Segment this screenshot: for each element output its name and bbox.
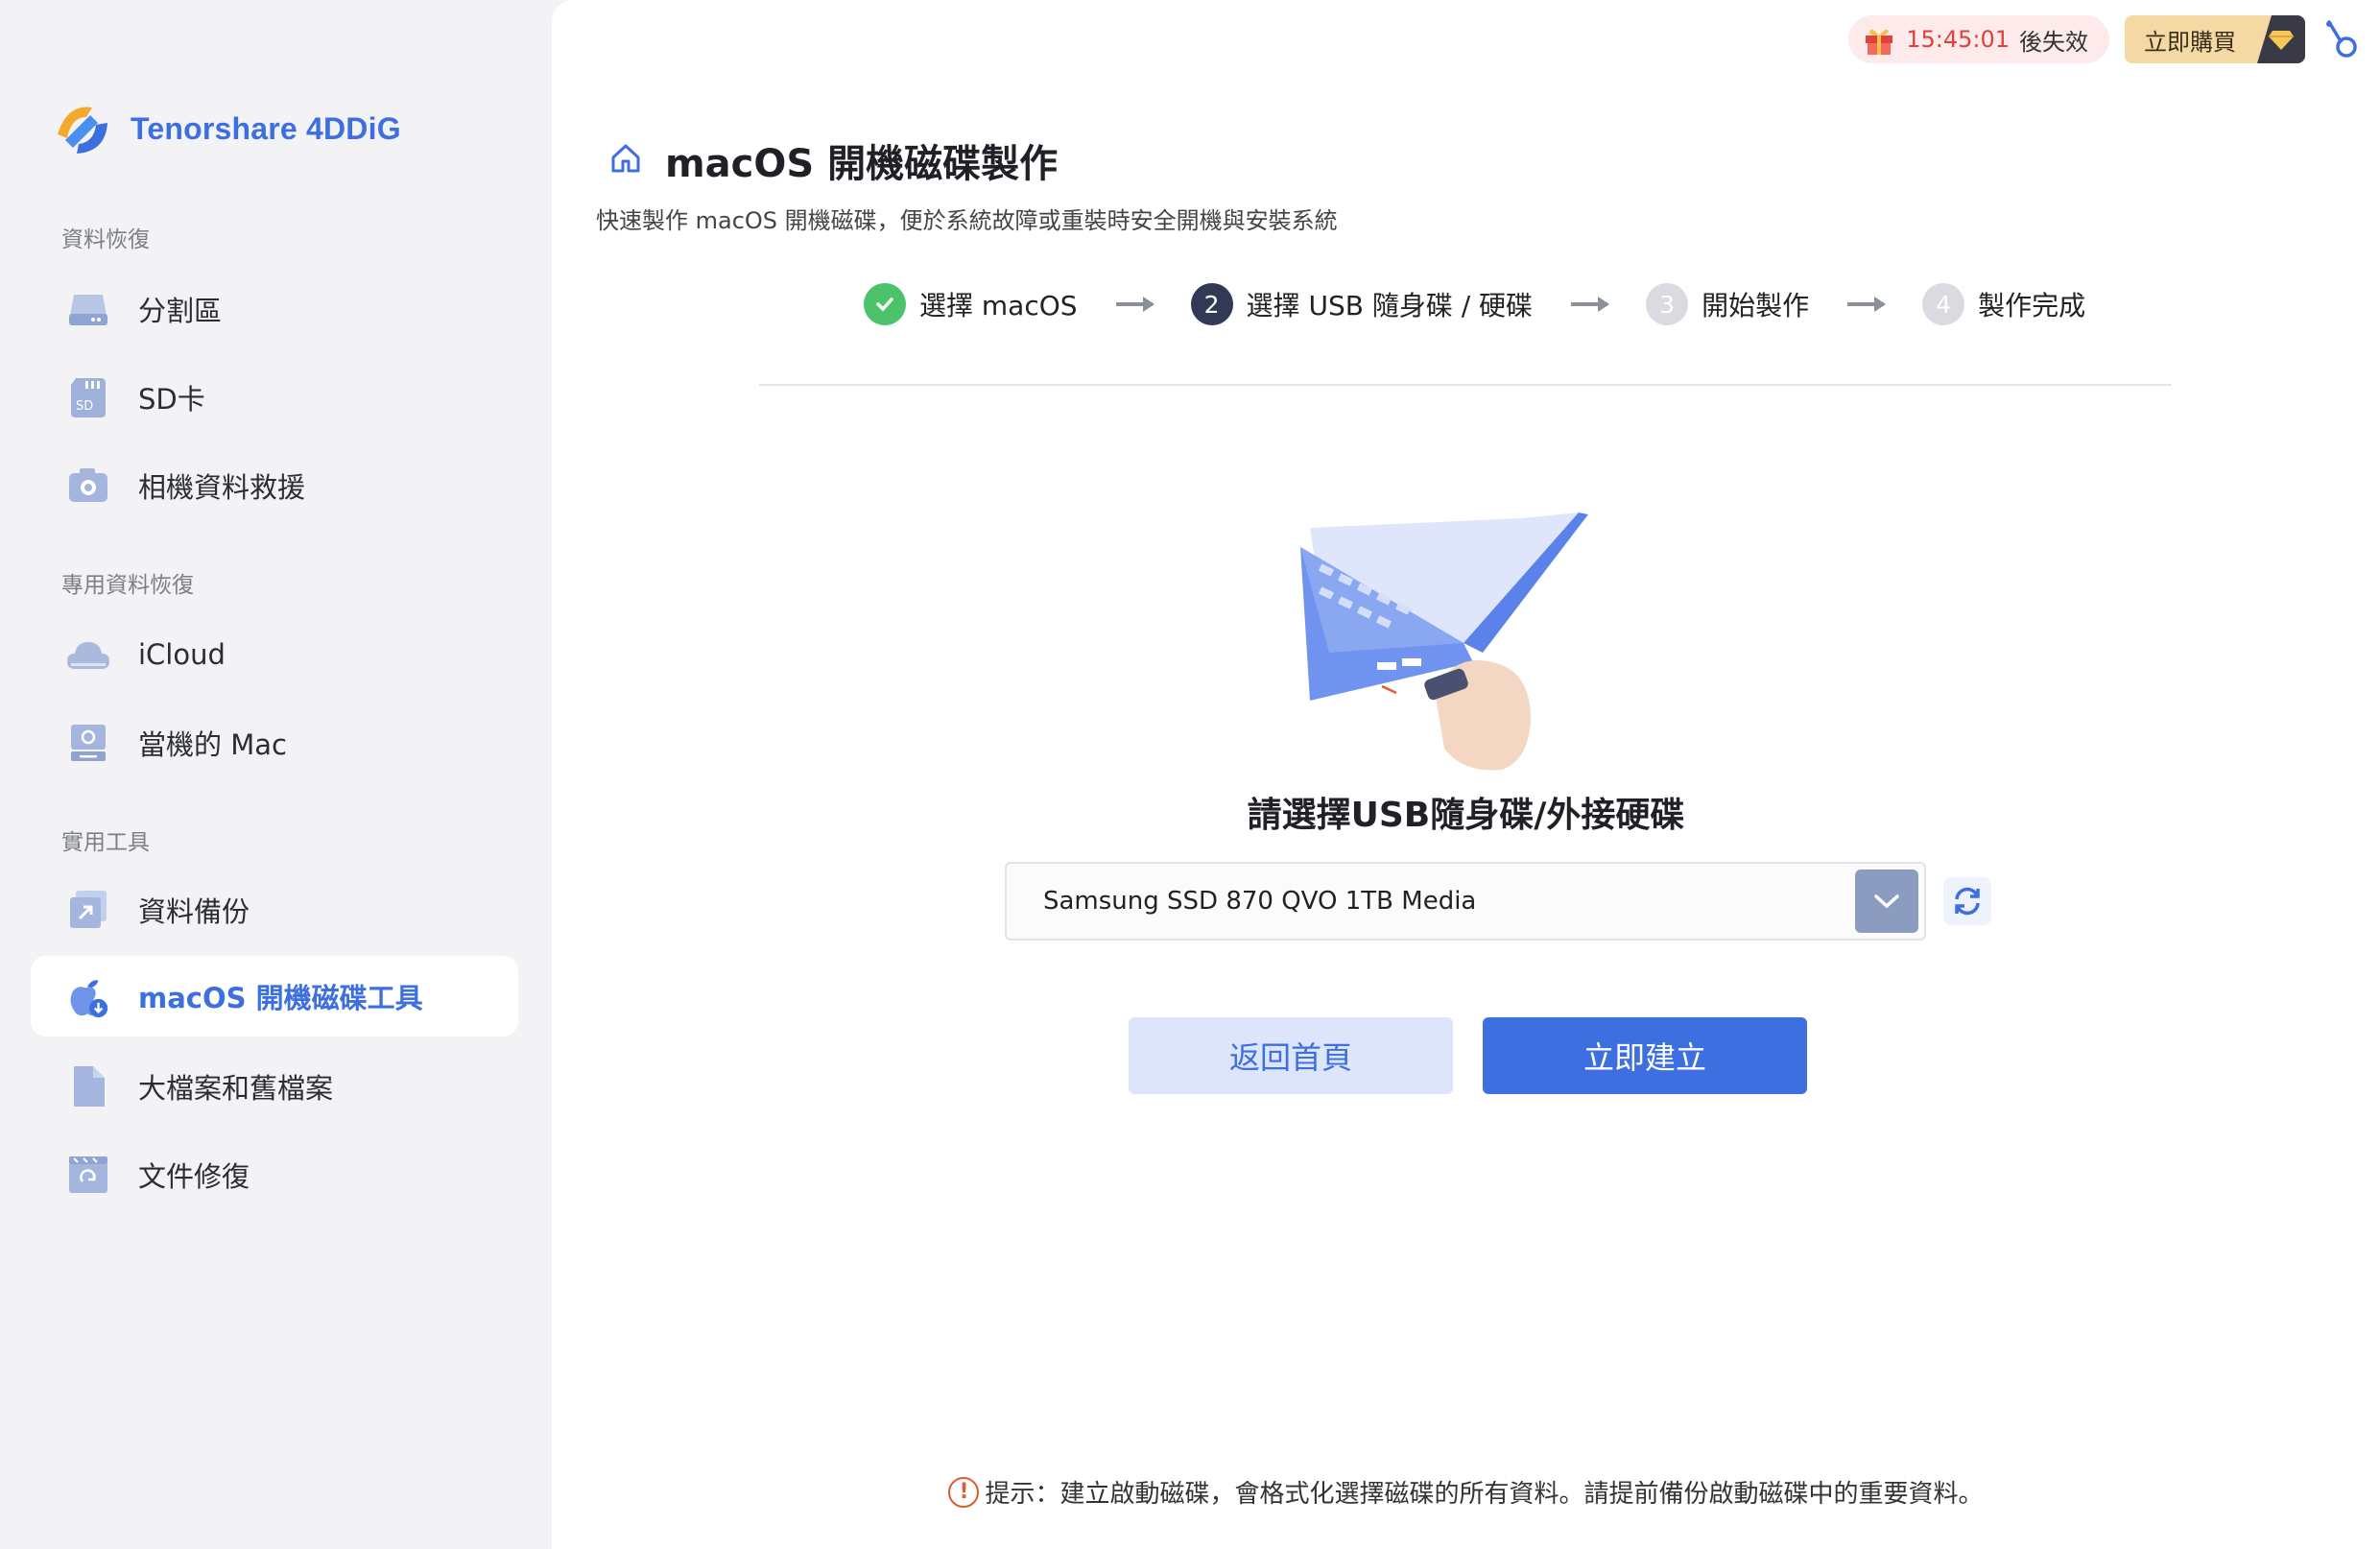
- timer-value: 15:45:01: [1906, 26, 2010, 53]
- drive-icon: [65, 286, 111, 332]
- arrow-right-icon: [1571, 297, 1610, 312]
- camera-icon: [65, 463, 111, 509]
- sidebar-item-sd-card[interactable]: SD SD卡: [31, 357, 518, 438]
- sidebar-item-label: 當機的 Mac: [138, 728, 287, 761]
- sidebar-item-label: iCloud: [138, 638, 226, 671]
- brand-logo-icon: [58, 107, 107, 154]
- step-label: 製作完成: [1978, 290, 2086, 322]
- timer-suffix: 後失效: [2019, 28, 2088, 56]
- sidebar-item-macos-boot-tool[interactable]: macOS 開機磁碟工具: [31, 956, 518, 1037]
- arrow-right-icon: [1115, 297, 1154, 312]
- usb-drive-select[interactable]: Samsung SSD 870 QVO 1TB Media: [1005, 862, 1926, 941]
- sidebar-item-label: SD卡: [138, 383, 205, 416]
- sidebar-item-document-repair[interactable]: 文件修復: [31, 1134, 518, 1215]
- step-number: 4: [1922, 283, 1965, 325]
- sidebar-item-backup[interactable]: 資料備份: [31, 870, 518, 950]
- divider: [759, 384, 2172, 386]
- section-title-tools: 實用工具: [61, 830, 150, 855]
- step-number: 2: [1190, 283, 1233, 325]
- create-now-button[interactable]: 立即建立: [1483, 1017, 1807, 1094]
- crashed-mac-icon: [65, 720, 111, 766]
- sidebar-item-partition[interactable]: 分割區: [31, 269, 518, 349]
- check-icon: [864, 283, 906, 325]
- tip-message: ! 提示：建立啟動磁碟，會格式化選擇磁碟的所有資料。請提前備份啟動磁碟中的重要資…: [552, 1474, 2380, 1510]
- sidebar-item-label: 文件修復: [138, 1160, 250, 1193]
- sd-card-icon: SD: [65, 374, 111, 420]
- usb-drive-select-value: Samsung SSD 870 QVO 1TB Media: [1043, 887, 1477, 916]
- sidebar: Tenorshare 4DDiG 資料恢復 分割區 SD SD卡 相機資料救援 …: [0, 0, 552, 1549]
- section-title-special: 專用資料恢復: [61, 573, 194, 598]
- sidebar-item-label: 大檔案和舊檔案: [138, 1072, 334, 1105]
- section-title-recovery: 資料恢復: [61, 227, 150, 252]
- sidebar-item-crashed-mac[interactable]: 當機的 Mac: [31, 703, 518, 783]
- page-subtitle: 快速製作 macOS 開機磁碟，便於系統故障或重裝時安全開機與安裝系統: [596, 207, 1338, 234]
- top-bar: 15:45:01 後失效 立即購買: [1848, 15, 2361, 63]
- step-select-macos: 選擇 macOS: [864, 283, 1078, 325]
- buy-now-label: 立即購買: [2144, 28, 2236, 56]
- step-select-usb: 2 選擇 USB 隨身碟 / 硬碟: [1190, 283, 1534, 325]
- step-label: 選擇 macOS: [919, 290, 1078, 322]
- macos-boot-icon: [65, 973, 111, 1019]
- home-icon[interactable]: [609, 142, 642, 179]
- select-usb-prompt: 請選擇USB隨身碟/外接硬碟: [1247, 796, 1685, 835]
- back-home-button[interactable]: 返回首頁: [1129, 1017, 1453, 1094]
- brand-name: Tenorshare 4DDiG: [131, 110, 401, 146]
- tip-text: 提示：建立啟動磁碟，會格式化選擇磁碟的所有資料。請提前備份啟動磁碟中的重要資料。: [985, 1480, 1984, 1509]
- step-number: 3: [1646, 283, 1689, 325]
- file-icon: [65, 1063, 111, 1109]
- main-panel: 15:45:01 後失效 立即購買 macOS 開機磁碟製作 快速製作 macO…: [552, 0, 2380, 1549]
- chevron-down-icon[interactable]: [1855, 870, 1918, 933]
- sidebar-item-camera[interactable]: 相機資料救援: [31, 445, 518, 526]
- offer-timer[interactable]: 15:45:01 後失效: [1848, 15, 2109, 63]
- cloud-icon: [65, 632, 111, 678]
- arrow-right-icon: [1847, 297, 1887, 312]
- sidebar-item-label: 相機資料救援: [138, 471, 306, 504]
- sidebar-item-icloud[interactable]: iCloud: [31, 614, 518, 695]
- step-indicator: 選擇 macOS 2 選擇 USB 隨身碟 / 硬碟 3 開始製作 4 製作完成: [864, 283, 2085, 325]
- step-complete: 4 製作完成: [1922, 283, 2085, 325]
- step-label: 選擇 USB 隨身碟 / 硬碟: [1246, 290, 1534, 322]
- buy-now-button[interactable]: 立即購買: [2125, 15, 2305, 63]
- backup-icon: [65, 887, 111, 933]
- diamond-icon: [2257, 15, 2305, 63]
- page-title: macOS 開機磁碟製作: [665, 142, 1059, 186]
- account-icon[interactable]: [2320, 15, 2361, 63]
- brand: Tenorshare 4DDiG: [48, 96, 401, 161]
- svg-text:SD: SD: [76, 399, 93, 414]
- step-label: 開始製作: [1702, 290, 1810, 322]
- warning-icon: !: [948, 1476, 980, 1508]
- page-header: macOS 開機磁碟製作: [609, 132, 1058, 188]
- document-repair-icon: [65, 1152, 111, 1198]
- gift-icon: [1866, 29, 1893, 55]
- sidebar-item-label: 資料備份: [138, 895, 250, 928]
- step-start: 3 開始製作: [1646, 283, 1809, 325]
- sidebar-item-label: 分割區: [138, 295, 223, 327]
- refresh-icon[interactable]: [1943, 877, 1991, 925]
- sidebar-item-label: macOS 開機磁碟工具: [138, 982, 423, 1014]
- sidebar-item-large-files[interactable]: 大檔案和舊檔案: [31, 1046, 518, 1127]
- usb-laptop-illustration: [1300, 512, 1588, 771]
